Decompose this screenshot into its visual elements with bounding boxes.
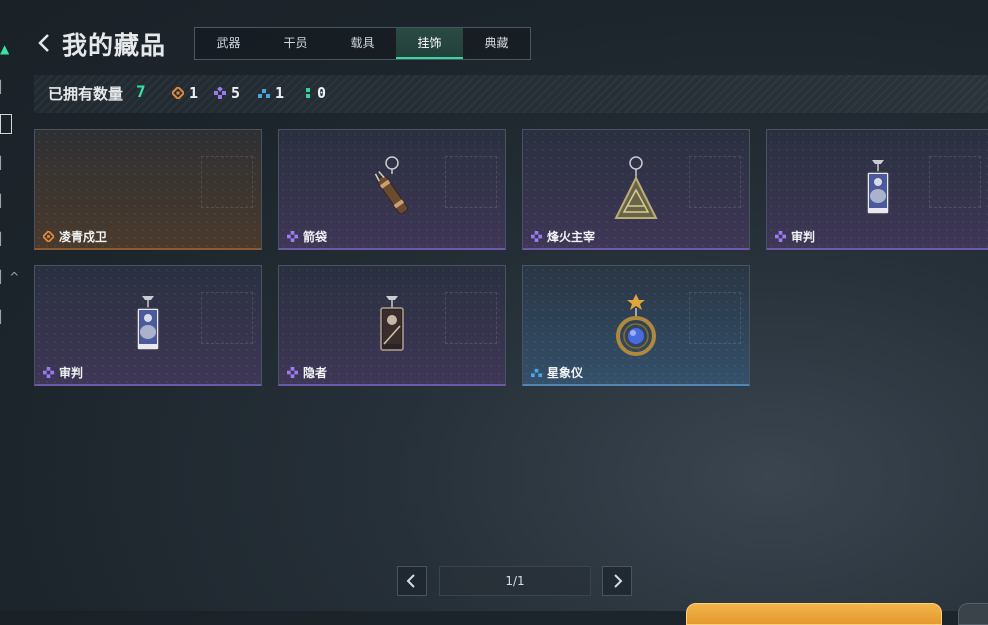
item-label: 审判 <box>43 364 83 381</box>
item-name: 审判 <box>59 366 84 380</box>
item-card-3[interactable]: 审判 <box>766 129 988 250</box>
secondary-action-button[interactable] <box>958 603 988 625</box>
rare-count: 1 <box>258 84 284 102</box>
item-label: 审判 <box>775 228 815 245</box>
item-card-1[interactable]: 箭袋 <box>278 129 506 250</box>
sidebar-strip: ▲ ▏ ▏ ▏ ▏ ▏^ ▏ <box>0 30 19 350</box>
epic-rarity-icon <box>287 367 298 378</box>
item-name: 凌青戍卫 <box>59 230 108 244</box>
uncommon-count-value: 0 <box>317 84 327 102</box>
epic-rarity-icon <box>775 231 786 242</box>
sidebar-item[interactable]: ▏ <box>0 80 9 94</box>
sidebar-item[interactable]: ▏ <box>0 310 9 324</box>
tarot-card-charm-icon <box>136 296 160 351</box>
item-card-0[interactable]: 凌青戍卫 <box>34 129 262 250</box>
rare-count-value: 1 <box>275 84 285 102</box>
rare-rarity-icon <box>531 368 542 378</box>
item-label: 隐者 <box>287 364 327 381</box>
item-card-2[interactable]: 烽火主宰 <box>522 129 750 250</box>
sidebar-item[interactable]: ▏ <box>0 156 9 170</box>
owned-summary-bar: 已拥有数量 7 1 5 1 0 <box>34 75 988 113</box>
item-label: 凌青戍卫 <box>43 228 107 245</box>
primary-action-button[interactable] <box>686 603 942 625</box>
rare-rarity-icon <box>258 89 270 98</box>
sidebar-item[interactable]: ▏ <box>0 232 9 246</box>
epic-rarity-icon <box>214 87 226 99</box>
tab-weapons[interactable]: 武器 <box>195 28 262 59</box>
item-label: 箭袋 <box>287 228 327 245</box>
item-card-4[interactable]: 审判 <box>34 265 262 386</box>
triangle-pendant-icon <box>614 156 658 219</box>
item-label: 烽火主宰 <box>531 228 595 245</box>
owned-label: 已拥有数量 <box>48 85 124 103</box>
category-tabs: 武器 干员 载具 挂饰 典藏 <box>194 27 531 60</box>
quiver-charm-icon <box>374 156 409 215</box>
card-watermark <box>201 156 253 208</box>
next-page-button[interactable] <box>602 566 632 596</box>
card-watermark <box>201 292 253 344</box>
tab-operators[interactable]: 干员 <box>262 28 329 59</box>
page-indicator: 1/1 <box>439 566 591 596</box>
uncommon-rarity-icon <box>306 88 310 98</box>
item-label: 星象仪 <box>531 364 583 381</box>
item-card-6[interactable]: 星象仪 <box>522 265 750 386</box>
card-watermark <box>689 156 741 208</box>
tab-charms[interactable]: 挂饰 <box>396 28 463 59</box>
epic-count-value: 5 <box>231 84 241 102</box>
legendary-count: 1 <box>172 84 198 102</box>
item-name: 隐者 <box>303 366 328 380</box>
tarot-card-charm-icon <box>866 160 890 215</box>
tab-collection[interactable]: 典藏 <box>463 28 530 59</box>
sidebar-item[interactable]: ▏ <box>0 194 9 208</box>
item-name: 星象仪 <box>547 366 584 380</box>
sidebar-item[interactable]: ▏^ <box>0 270 19 284</box>
epic-rarity-icon <box>287 231 298 242</box>
tarot-card-charm-icon <box>380 296 404 351</box>
card-watermark <box>929 156 981 208</box>
card-watermark <box>445 156 497 208</box>
card-watermark <box>689 292 741 344</box>
legendary-rarity-icon <box>43 231 54 242</box>
back-arrow-icon[interactable] <box>34 30 56 56</box>
item-name: 审判 <box>791 230 816 244</box>
prev-page-button[interactable] <box>397 566 427 596</box>
epic-rarity-icon <box>43 367 54 378</box>
item-name: 箭袋 <box>303 230 328 244</box>
legendary-rarity-icon <box>172 87 184 99</box>
item-card-5[interactable]: 隐者 <box>278 265 506 386</box>
item-name: 烽火主宰 <box>547 230 596 244</box>
astrolabe-charm-icon <box>616 294 656 356</box>
card-watermark <box>445 292 497 344</box>
tab-vehicles[interactable]: 载具 <box>329 28 396 59</box>
legendary-count-value: 1 <box>189 84 199 102</box>
sidebar-item-active[interactable] <box>0 114 12 134</box>
sidebar-up-icon[interactable]: ▲ <box>0 42 9 56</box>
epic-rarity-icon <box>531 231 542 242</box>
page-title: 我的藏品 <box>62 31 167 60</box>
uncommon-count: 0 <box>304 84 326 102</box>
owned-count: 7 <box>136 82 146 101</box>
epic-count: 5 <box>214 84 240 102</box>
